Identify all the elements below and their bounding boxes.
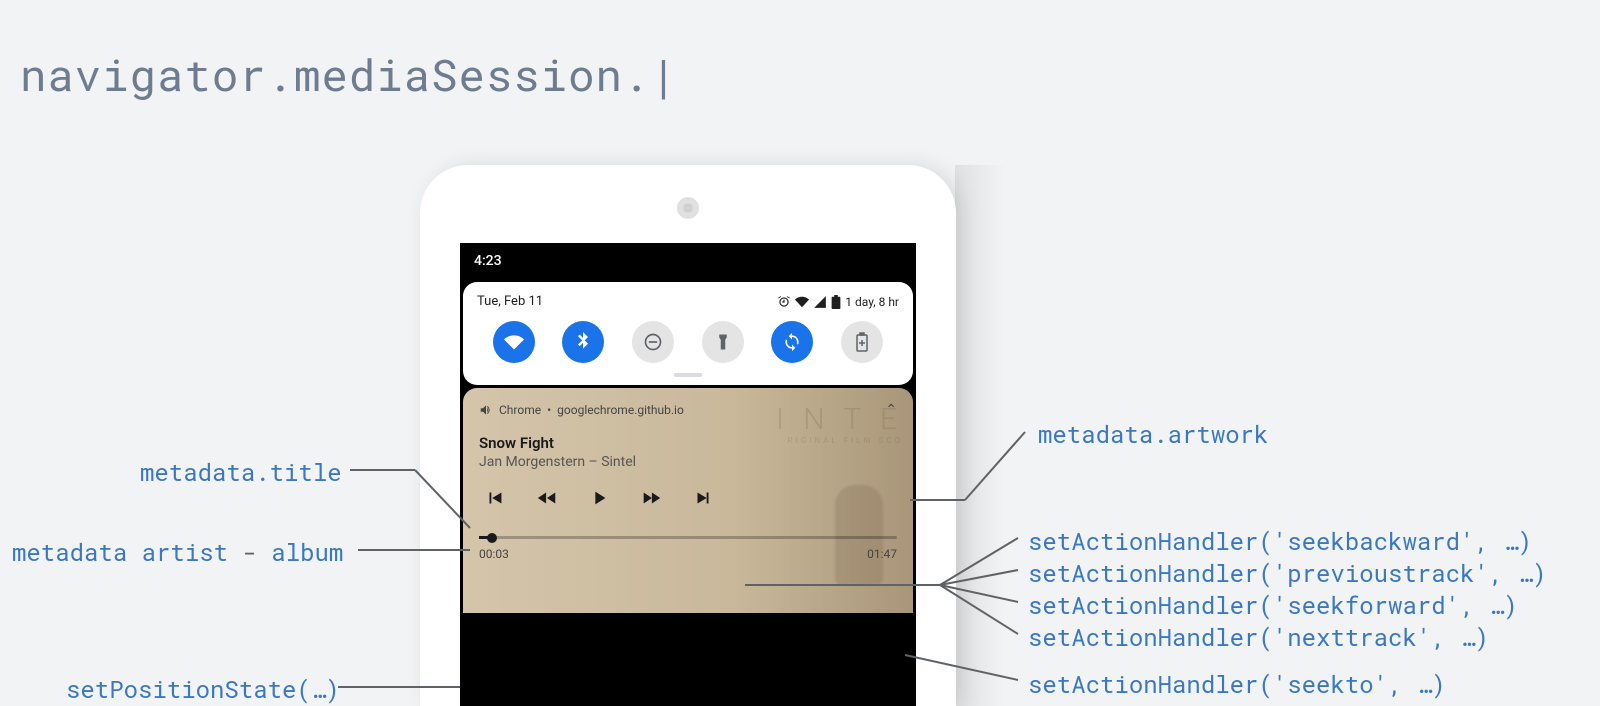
artwork-silhouette (835, 485, 883, 585)
play-button[interactable] (585, 484, 613, 512)
flashlight-toggle[interactable] (702, 321, 744, 363)
alarm-icon (777, 295, 791, 309)
dnd-icon (643, 332, 663, 352)
media-notification: I N T E RIGINAL FILM SCO Chrome • google… (463, 388, 913, 613)
skip-previous-icon (484, 487, 506, 509)
artwork-watermark-sub: RIGINAL FILM SCO (788, 436, 903, 445)
fast-forward-icon (638, 487, 664, 509)
dnd-toggle[interactable] (632, 321, 674, 363)
label-metadata-artwork: metadata.artwork (1038, 418, 1268, 450)
fast-rewind-icon (534, 487, 560, 509)
dot-separator: • (547, 403, 551, 417)
label-seekto: setActionHandler('seekto', …) (1028, 668, 1446, 700)
qs-status-icons: 1 day, 8 hr (777, 295, 899, 309)
skip-next-icon (692, 487, 714, 509)
signal-icon (813, 295, 827, 309)
seek-bar[interactable] (479, 536, 897, 539)
artwork-watermark: I N T E (776, 402, 903, 437)
qs-handle[interactable] (674, 373, 702, 377)
media-artist-album: Jan Morgenstern – Sintel (479, 454, 897, 470)
wifi-icon (504, 332, 524, 352)
play-icon (588, 487, 610, 509)
battery-text: 1 day, 8 hr (845, 295, 899, 309)
label-set-position-state: setPositionState(…) (66, 673, 340, 705)
label-seekforward: setActionHandler('seekforward', …) (1028, 589, 1518, 621)
qs-date: Tue, Feb 11 (477, 294, 543, 309)
sync-icon (782, 332, 802, 352)
rotation-toggle[interactable] (771, 321, 813, 363)
previous-track-button[interactable] (481, 484, 509, 512)
battery-icon (831, 295, 841, 309)
status-clock: 4:23 (474, 253, 502, 269)
seek-backward-button[interactable] (533, 484, 561, 512)
volume-icon (479, 403, 493, 417)
bluetooth-icon (573, 332, 593, 352)
qs-toggles (477, 321, 899, 363)
battery-saver-toggle[interactable] (841, 321, 883, 363)
label-metadata-artist-album: metadata artist - album (12, 536, 343, 568)
bluetooth-toggle[interactable] (562, 321, 604, 363)
label-seekbackward: setActionHandler('seekbackward', …) (1028, 525, 1532, 557)
label-metadata-title: metadata.title (140, 456, 342, 488)
battery-saver-icon (855, 332, 869, 352)
phone-frame: 4:23 Tue, Feb 11 1 day, 8 hr (420, 165, 956, 706)
label-nexttrack: setActionHandler('nexttrack', …) (1028, 621, 1489, 653)
label-previoustrack: setActionHandler('previoustrack', …) (1028, 557, 1546, 589)
phone-shadow (955, 165, 1005, 706)
wifi-icon (795, 295, 809, 309)
media-source: googlechrome.github.io (557, 403, 684, 417)
status-bar: 4:23 (460, 243, 916, 279)
earpiece (677, 197, 699, 219)
api-title: navigator.mediaSession.| (20, 45, 678, 103)
wifi-toggle[interactable] (493, 321, 535, 363)
next-track-button[interactable] (689, 484, 717, 512)
flashlight-icon (714, 333, 732, 351)
position-time: 00:03 (479, 547, 509, 561)
seekbar-thumb[interactable] (487, 533, 497, 543)
phone-screen: 4:23 Tue, Feb 11 1 day, 8 hr (460, 243, 916, 706)
media-app: Chrome (499, 403, 541, 417)
qs-header: Tue, Feb 11 1 day, 8 hr (477, 294, 899, 309)
seek-forward-button[interactable] (637, 484, 665, 512)
quick-settings-panel: Tue, Feb 11 1 day, 8 hr (463, 282, 913, 385)
